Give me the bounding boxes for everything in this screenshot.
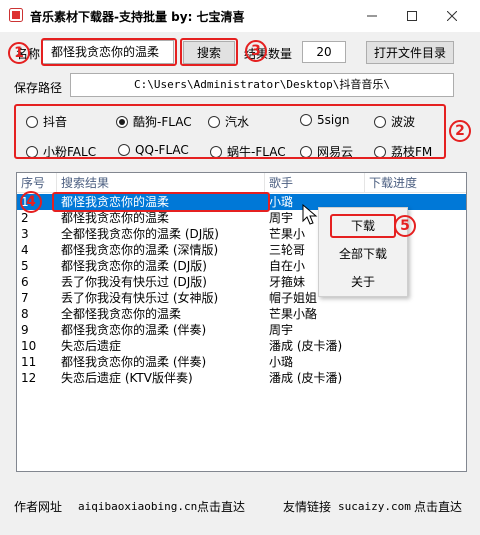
row-singer: 潘成 (皮卡潘): [269, 371, 343, 385]
maximize-icon: [407, 11, 417, 21]
app-icon: [9, 8, 23, 22]
minimize-icon: [367, 15, 377, 17]
menu-item-download-all[interactable]: 全部下载: [319, 242, 407, 266]
column-header-result[interactable]: 搜索结果: [57, 173, 265, 193]
open-folder-button[interactable]: 打开文件目录: [366, 41, 454, 64]
row-number: 12: [21, 371, 37, 385]
column-header-no[interactable]: 序号: [17, 173, 57, 193]
marker-1: 1: [8, 42, 30, 64]
row-song-title: 丢了你我没有快乐过 (DJ版): [61, 275, 207, 289]
highlight-search-input: [41, 38, 177, 66]
row-song-title: 失恋后遗症 (KTV版伴奏): [61, 371, 193, 385]
title-bar: 音乐素材下载器-支持批量 by: 七宝清喜: [0, 0, 480, 32]
row-number: 9: [21, 323, 29, 337]
close-button[interactable]: [432, 0, 472, 32]
row-number: 4: [21, 243, 29, 257]
marker-3: 3: [245, 40, 267, 62]
window-title: 音乐素材下载器-支持批量 by: 七宝清喜: [30, 10, 245, 24]
mouse-cursor-icon: [302, 204, 318, 225]
save-path-label: 保存路径: [14, 81, 63, 95]
highlight-source-group: [14, 104, 446, 159]
list-header: 序号 搜索结果 歌手 下载进度: [17, 173, 466, 193]
row-number: 5: [21, 259, 29, 273]
table-row[interactable]: 9 都怪我贪恋你的温柔 (伴奏) 周宇: [17, 322, 466, 338]
row-song-title: 丢了你我没有快乐过 (女神版): [61, 291, 219, 305]
row-number: 3: [21, 227, 29, 241]
highlight-first-result: [52, 192, 270, 212]
row-song-title: 全都怪我贪恋你的温柔 (DJ版): [61, 227, 219, 241]
minimize-button[interactable]: [352, 0, 392, 32]
row-song-title: 都怪我贪恋你的温柔 (伴奏): [61, 355, 207, 369]
row-singer: 潘成 (皮卡潘): [269, 339, 343, 353]
result-count-input[interactable]: 20: [302, 41, 346, 63]
row-number: 6: [21, 275, 29, 289]
author-link[interactable]: 点击直达: [197, 498, 245, 515]
column-header-singer[interactable]: 歌手: [265, 173, 365, 193]
highlight-search-button: [180, 38, 238, 66]
highlight-download-item: [330, 214, 396, 238]
row-singer: 芒果小酪: [269, 307, 318, 321]
row-number: 7: [21, 291, 29, 305]
row-singer: 周宇: [269, 323, 294, 337]
marker-2: 2: [449, 120, 471, 142]
table-row[interactable]: 11 都怪我贪恋你的温柔 (伴奏) 小璐: [17, 354, 466, 370]
maximize-button[interactable]: [392, 0, 432, 32]
row-song-title: 都怪我贪恋你的温柔 (伴奏): [61, 323, 207, 337]
author-label: 作者网址: [14, 500, 63, 514]
row-number: 8: [21, 307, 29, 321]
friend-label: 友情链接: [283, 500, 332, 514]
save-path-input[interactable]: C:\Users\Administrator\Desktop\抖音音乐\: [70, 73, 454, 97]
column-header-progress[interactable]: 下载进度: [365, 173, 466, 193]
marker-4: 4: [20, 191, 42, 213]
row-song-title: 全都怪我贪恋你的温柔: [61, 307, 182, 321]
row-number: 11: [21, 355, 37, 369]
row-song-title: 都怪我贪恋你的温柔 (深情版): [61, 243, 219, 257]
author-url: aiqibaoxiaobing.cn: [78, 500, 198, 513]
row-song-title: 都怪我贪恋你的温柔 (DJ版): [61, 259, 207, 273]
table-row[interactable]: 10 失恋后遗症 潘成 (皮卡潘): [17, 338, 466, 354]
table-row[interactable]: 8 全都怪我贪恋你的温柔 芒果小酪: [17, 306, 466, 322]
table-row[interactable]: 12 失恋后遗症 (KTV版伴奏) 潘成 (皮卡潘): [17, 370, 466, 386]
close-icon: [447, 11, 457, 21]
friend-link[interactable]: 点击直达: [414, 498, 462, 515]
row-song-title: 都怪我贪恋你的温柔: [61, 211, 170, 225]
row-number: 10: [21, 339, 37, 353]
friend-url: sucaizy.com: [338, 500, 411, 513]
row-singer: 小璐: [269, 355, 294, 369]
menu-item-about[interactable]: 关于: [319, 270, 407, 294]
marker-5: 5: [394, 215, 416, 237]
row-song-title: 失恋后遗症: [61, 339, 122, 353]
